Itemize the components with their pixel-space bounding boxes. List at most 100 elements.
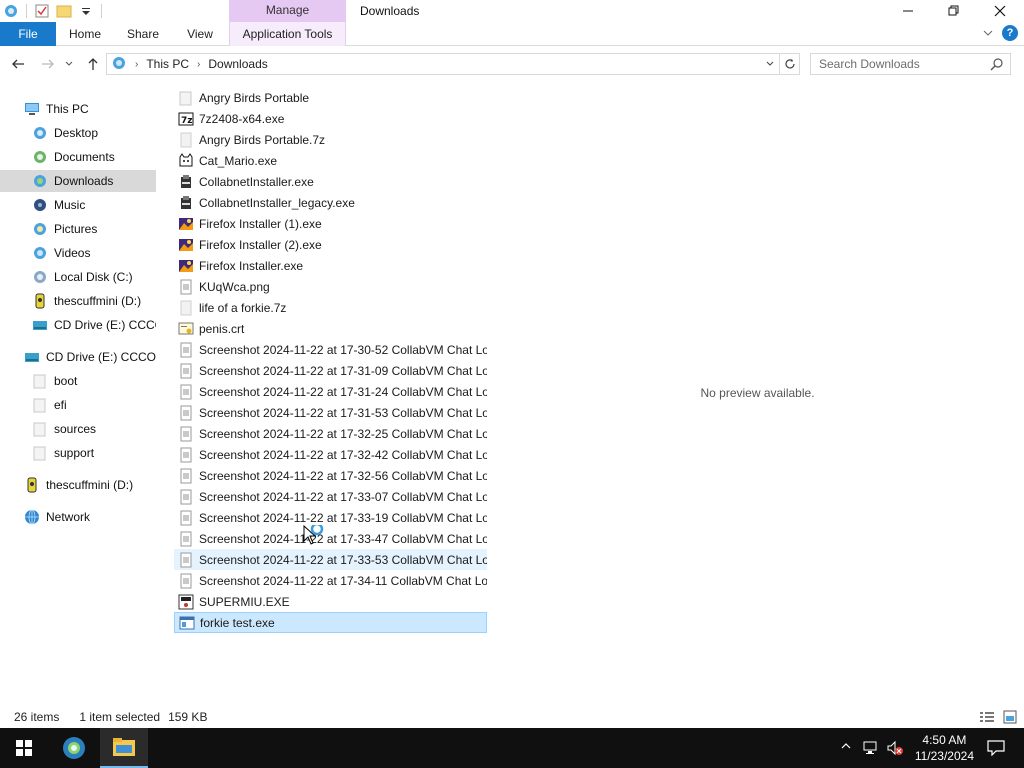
taskbar-clock[interactable]: 4:50 AM 11/23/2024	[915, 732, 974, 764]
file-row[interactable]: life of a forkie.7z	[174, 297, 487, 318]
expand-ribbon-icon[interactable]	[982, 27, 994, 39]
file-row[interactable]: Screenshot 2024-11-22 at 17-32-25 Collab…	[174, 423, 487, 444]
folder-app-icon	[113, 738, 135, 756]
tab-file[interactable]: File	[0, 22, 56, 46]
search-icon[interactable]	[990, 57, 1004, 74]
recent-locations-button[interactable]	[62, 55, 76, 73]
file-row[interactable]: Screenshot 2024-11-22 at 17-31-09 Collab…	[174, 360, 487, 381]
taskbar-app-browser[interactable]	[52, 728, 96, 768]
nav-item-support[interactable]: support	[0, 442, 156, 464]
help-icon[interactable]: ?	[1002, 25, 1018, 41]
installer-icon	[178, 195, 194, 211]
file-row[interactable]: Firefox Installer (2).exe	[174, 234, 487, 255]
file-name: Screenshot 2024-11-22 at 17-32-42 Collab…	[199, 447, 487, 462]
restore-icon	[948, 5, 959, 16]
music-icon	[32, 197, 48, 213]
manage-context-tab[interactable]: Manage	[229, 0, 346, 22]
breadcrumb-chevron-icon[interactable]: ›	[135, 59, 138, 70]
nav-item-label: Pictures	[54, 222, 98, 236]
network-tray-icon[interactable]	[862, 740, 880, 759]
file-row[interactable]: Angry Birds Portable.7z	[174, 129, 487, 150]
nav-item-efi[interactable]: efi	[0, 394, 156, 416]
volume-muted-icon[interactable]	[886, 740, 904, 759]
nav-item-documents[interactable]: Documents	[0, 146, 156, 168]
customize-qat-icon[interactable]	[78, 3, 94, 19]
file-row[interactable]: Cat_Mario.exe	[174, 150, 487, 171]
back-arrow-icon	[12, 59, 24, 69]
search-box[interactable]	[810, 53, 1011, 75]
nav-item-label: Network	[46, 510, 91, 524]
nav-item-pictures[interactable]: Pictures	[0, 218, 156, 240]
file-row[interactable]: KUqWca.png	[174, 276, 487, 297]
file-row[interactable]: CollabnetInstaller.exe	[174, 171, 487, 192]
file-row[interactable]: Screenshot 2024-11-22 at 17-33-07 Collab…	[174, 486, 487, 507]
archive-icon	[178, 132, 194, 148]
nav-item-label: thescuffmini (D:)	[46, 478, 134, 492]
back-button[interactable]	[8, 55, 28, 73]
properties-icon[interactable]	[34, 3, 50, 19]
folder-icon	[32, 397, 48, 413]
file-row[interactable]: Angry Birds Portable	[174, 87, 487, 108]
nav-item-thescuffmini-d[interactable]: thescuffmini (D:)	[0, 474, 156, 496]
nav-item-videos[interactable]: Videos	[0, 242, 156, 264]
file-row[interactable]: Screenshot 2024-11-22 at 17-33-53 Collab…	[174, 549, 487, 570]
minimize-button[interactable]	[885, 0, 931, 22]
nav-item-downloads[interactable]: Downloads	[0, 170, 156, 192]
preview-pane-message: No preview available.	[700, 386, 815, 400]
file-row[interactable]: SUPERMIU.EXE	[174, 591, 487, 612]
up-button[interactable]	[83, 55, 103, 73]
tab-application-tools[interactable]: Application Tools	[229, 22, 346, 46]
file-name: Screenshot 2024-11-22 at 17-32-25 Collab…	[199, 426, 487, 441]
file-row[interactable]: penis.crt	[174, 318, 487, 339]
nav-item-desktop[interactable]: Desktop	[0, 122, 156, 144]
breadcrumb-chevron-icon[interactable]: ›	[197, 59, 200, 70]
tab-view[interactable]: View	[178, 22, 222, 46]
file-row[interactable]: CollabnetInstaller_legacy.exe	[174, 192, 487, 213]
new-folder-icon[interactable]	[56, 3, 72, 19]
file-row[interactable]: Screenshot 2024-11-22 at 17-30-52 Collab…	[174, 339, 487, 360]
nav-item-local-disk-c[interactable]: Local Disk (C:)	[0, 266, 156, 288]
nav-item-boot[interactable]: boot	[0, 370, 156, 392]
image-icon	[178, 279, 194, 295]
nav-item-sources[interactable]: sources	[0, 418, 156, 440]
tab-share[interactable]: Share	[120, 22, 166, 46]
file-row[interactable]: Firefox Installer (1).exe	[174, 213, 487, 234]
forward-button[interactable]	[38, 55, 58, 73]
address-history-icon[interactable]	[765, 58, 775, 72]
explorer-app-icon[interactable]	[3, 3, 19, 19]
tab-home[interactable]: Home	[62, 22, 108, 46]
nav-item-thescuffmini-d[interactable]: thescuffmini (D:)	[0, 290, 156, 312]
search-input[interactable]	[819, 57, 979, 71]
file-row[interactable]: Screenshot 2024-11-22 at 17-32-42 Collab…	[174, 444, 487, 465]
image-icon	[178, 342, 194, 358]
file-row[interactable]: Screenshot 2024-11-22 at 17-33-47 Collab…	[174, 528, 487, 549]
file-row[interactable]: Screenshot 2024-11-22 at 17-31-24 Collab…	[174, 381, 487, 402]
file-row[interactable]: 7z 7z2408-x64.exe	[174, 108, 487, 129]
file-row[interactable]: forkie test.exe	[174, 612, 487, 633]
nav-item-music[interactable]: Music	[0, 194, 156, 216]
nav-item-network[interactable]: Network	[0, 506, 156, 528]
nav-item-cd-drive-e-ccco[interactable]: CD Drive (E:) CCCO	[0, 314, 156, 336]
nav-item-cd-drive-e-cccom[interactable]: CD Drive (E:) CCCOM	[0, 346, 156, 368]
file-row[interactable]: Screenshot 2024-11-22 at 17-32-56 Collab…	[174, 465, 487, 486]
selection-count: 1 item selected	[79, 710, 161, 724]
address-bar[interactable]: › This PC › Downloads	[106, 53, 780, 75]
file-row[interactable]: Screenshot 2024-11-22 at 17-31-53 Collab…	[174, 402, 487, 423]
breadcrumb-downloads[interactable]: Downloads	[208, 57, 267, 71]
file-row[interactable]: Screenshot 2024-11-22 at 17-33-19 Collab…	[174, 507, 487, 528]
file-row[interactable]: Firefox Installer.exe	[174, 255, 487, 276]
close-button[interactable]	[977, 0, 1023, 22]
taskbar-app-file-explorer[interactable]	[100, 728, 148, 768]
folder-icon	[32, 421, 48, 437]
details-view-icon[interactable]	[979, 709, 995, 725]
maximize-button[interactable]	[931, 0, 977, 22]
action-center-button[interactable]	[976, 728, 1016, 768]
nav-item-this-pc[interactable]: This PC	[0, 98, 156, 120]
show-hidden-icons[interactable]	[840, 740, 852, 755]
file-row[interactable]: Screenshot 2024-11-22 at 17-34-11 Collab…	[174, 570, 487, 591]
breadcrumb-this-pc[interactable]: This PC	[146, 57, 189, 71]
large-icons-view-icon[interactable]	[1002, 709, 1018, 725]
file-name: Screenshot 2024-11-22 at 17-33-47 Collab…	[199, 531, 487, 546]
start-button[interactable]	[0, 728, 48, 768]
refresh-button[interactable]	[780, 53, 800, 75]
